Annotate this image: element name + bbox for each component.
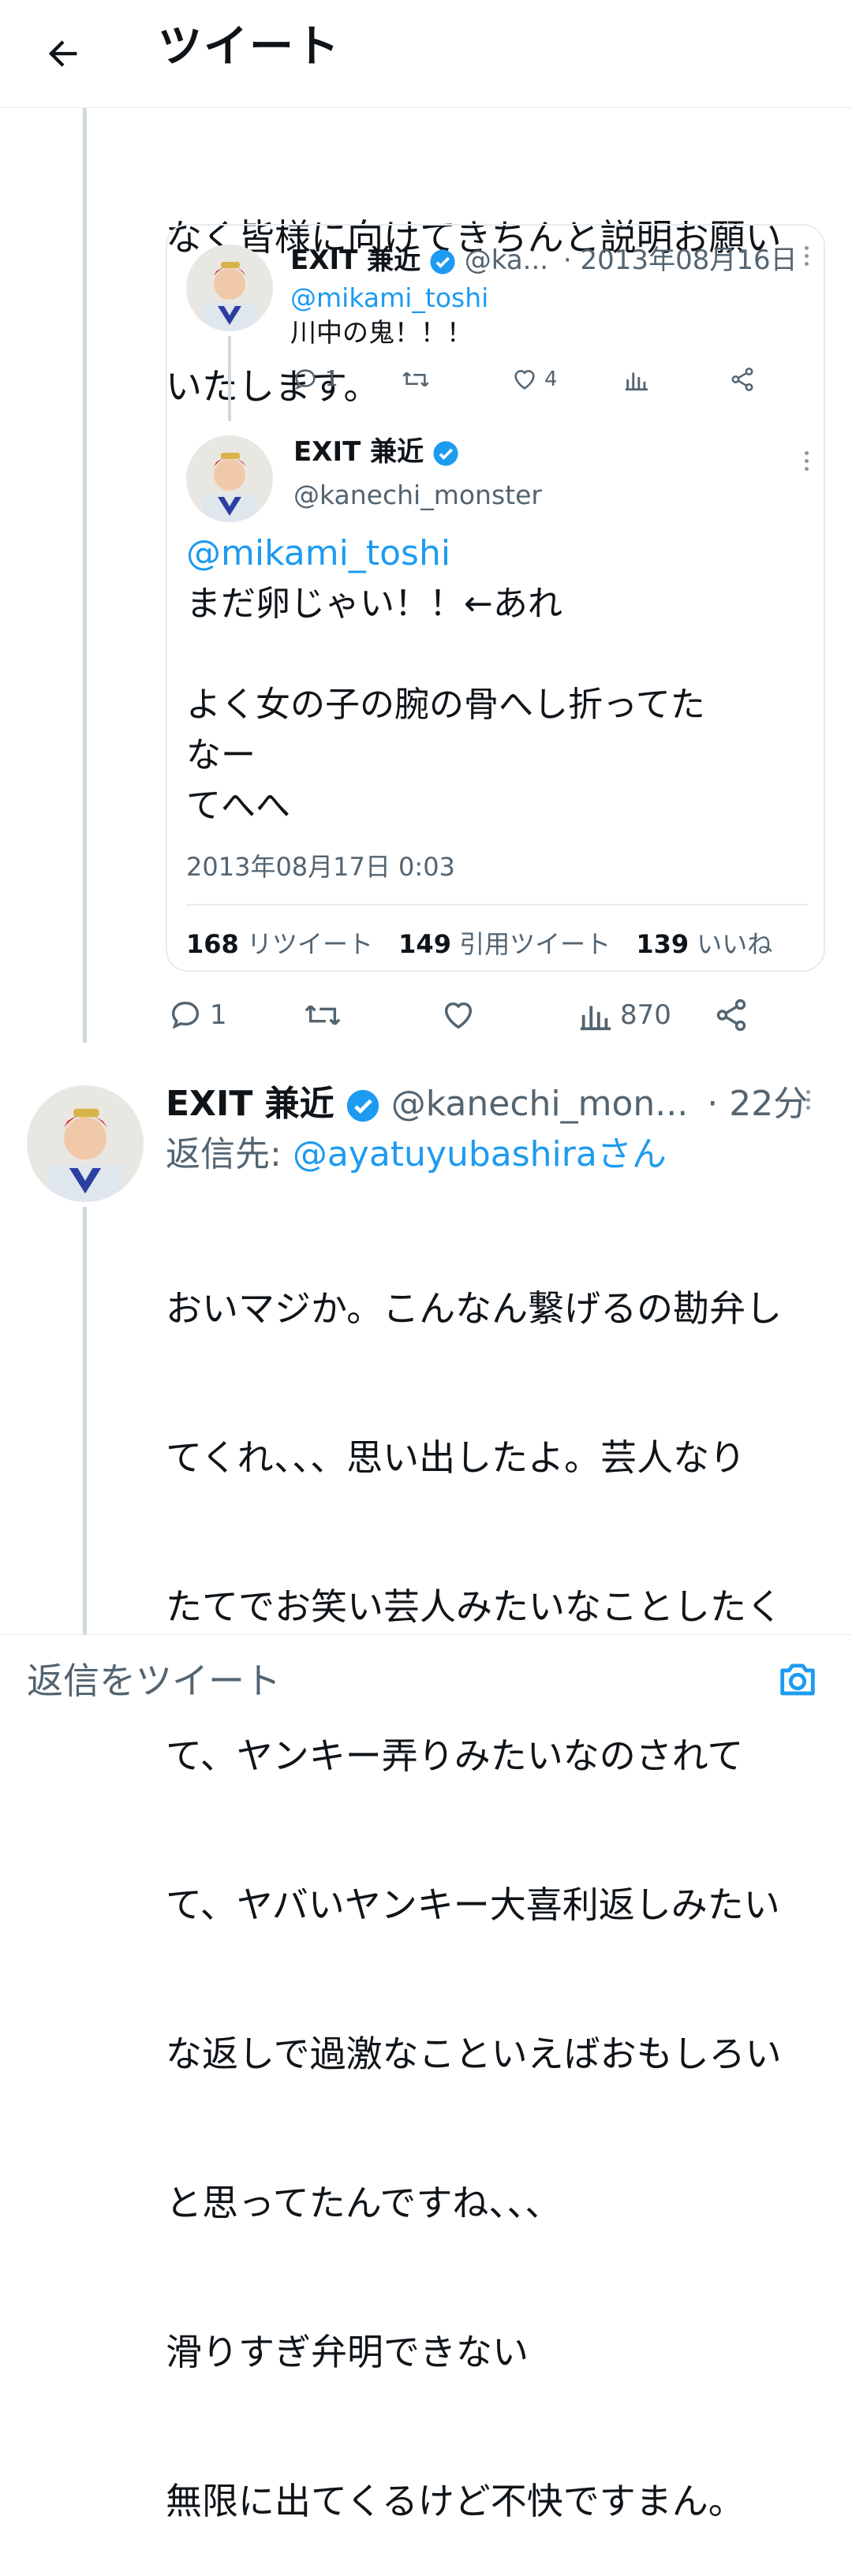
quoted-line-3: よく女の子の腕の骨へし折ってた [186,685,705,725]
thread-line [83,107,87,1043]
views-button[interactable] [623,366,650,393]
reply-composer-bar: 返信をツイート [0,1634,852,1727]
retweet-button[interactable] [401,366,431,393]
reply-line-3: たてでお笑い芸人みたいなことしたく [166,1585,783,1628]
views-icon [577,997,614,1033]
tweet-timestamp[interactable]: 2013年08月17日 0:03 [186,849,455,885]
reply-count: 1 [210,999,227,1031]
avatar[interactable] [27,1085,144,1202]
retweet-button[interactable] [303,997,342,1033]
avatar[interactable] [186,245,273,331]
author-handle[interactable]: @kanechi_monster [293,476,542,514]
camera-icon[interactable] [775,1657,820,1703]
reply-icon [292,366,319,393]
reply-line-4: て、ヤンキー弄りみたいなのされて [166,1734,744,1777]
reply-tweet-text: おいマジか。こんなん繋げるの勘弁し てくれ、、、思い出したよ。芸人なり たてでお… [166,1185,783,2576]
reply-input[interactable]: 返信をツイート [27,1656,737,1706]
reply-line-8: 滑りすぎ弁明できない [166,2331,529,2373]
back-arrow-icon[interactable] [32,22,95,85]
parent-tweet-header: EXIT 兼近 @ka... · 2013年08月16日 [290,241,798,279]
like-icon [511,366,538,393]
retweet-stat[interactable]: 168 リツイート [186,929,373,959]
retweet-stat-number: 168 [186,929,239,959]
reply-line-5: て、ヤバいヤンキー大喜利返しみたい [166,1883,780,1926]
more-icon[interactable] [806,1090,810,1110]
like-count: 4 [544,368,558,391]
like-icon [440,997,476,1033]
conversation-line [228,336,231,421]
author-handle[interactable]: @ka... [465,245,548,276]
quote-stat-number: 149 [398,929,451,959]
more-icon[interactable] [805,451,809,471]
tweet-date[interactable]: · 2013年08月16日 [563,245,798,276]
verified-badge-icon [429,248,456,275]
author-name[interactable]: EXIT 兼近 [166,1084,334,1124]
share-button[interactable] [729,366,756,393]
reply-line-6: な返しで過激なこといえばおもしろい [166,2033,782,2075]
view-count: 870 [620,999,671,1031]
replying-to-link[interactable]: @ayatuyubashiraさん [293,1134,667,1174]
engagement-stats: 168 リツイート 149 引用ツイート 139 いいね [186,926,772,962]
avatar[interactable] [186,435,273,522]
more-icon[interactable] [805,246,809,266]
retweet-icon [401,366,431,393]
thread-line [83,1207,87,1634]
reply-icon [167,997,204,1033]
page-title: ツイート [158,21,341,73]
quote-stat-label: 引用ツイート [459,929,611,959]
quoted-line-1: まだ卵じゃい！！←あれ [186,584,562,624]
reply-mention[interactable]: @mikami_toshi [290,279,488,317]
quoted-tweet-card[interactable]: EXIT 兼近 @ka... · 2013年08月16日 @mikami_tos… [166,224,825,972]
parent-tweet-text: 川中の鬼！！！ [290,317,473,348]
share-icon [729,366,756,393]
quote-stat[interactable]: 149 引用ツイート [398,929,611,959]
views-icon [623,366,650,393]
retweet-stat-label: リツイート [246,929,373,959]
reply-count: 1 [325,368,338,391]
reply-button[interactable]: 1 [292,366,338,393]
reply-author: EXIT 兼近 @kanechi_mon... · 22分 [166,1081,808,1128]
replying-to-label: 返信先: [166,1134,293,1174]
retweet-icon [303,997,342,1033]
top-bar: ツイート [0,0,852,108]
share-button[interactable] [713,997,749,1033]
quoted-line-5: てへへ [186,786,290,826]
quoted-author: EXIT 兼近 [293,432,459,472]
share-icon [713,997,749,1033]
author-name: EXIT 兼近 [293,436,424,468]
divider [186,904,808,905]
reply-line-7: と思ってたんですね、、、 [166,2182,562,2224]
like-stat-label: いいね [697,929,773,959]
mention-link[interactable]: @mikami_toshi [186,528,705,579]
reply-line-9: 無限に出てくるけど不快ですまん。 [166,2480,745,2522]
replying-to: 返信先: @ayatuyubashiraさん [166,1131,667,1178]
verified-badge-icon [432,440,459,467]
views-button[interactable]: 870 [577,997,671,1033]
quoted-line-2 [186,629,705,680]
like-stat-number: 139 [636,929,689,959]
author-handle[interactable]: @kanechi_mon... [391,1084,689,1124]
author-name: EXIT 兼近 [290,245,421,276]
reply-button[interactable]: 1 [167,997,227,1033]
reply-line-2: てくれ、、、思い出したよ。芸人なり [166,1436,746,1479]
reply-line-1: おいマジか。こんなん繋げるの勘弁し [166,1287,783,1330]
like-button[interactable]: 4 [511,366,558,393]
quoted-line-4: なー [186,735,256,775]
like-stat[interactable]: 139 いいね [636,929,772,959]
like-button[interactable] [440,997,476,1033]
tweet-time[interactable]: · 22分 [707,1084,808,1124]
quoted-tweet-body: @mikami_toshi まだ卵じゃい！！←あれ よく女の子の腕の骨へし折って… [186,528,705,831]
verified-badge-icon [346,1088,380,1123]
